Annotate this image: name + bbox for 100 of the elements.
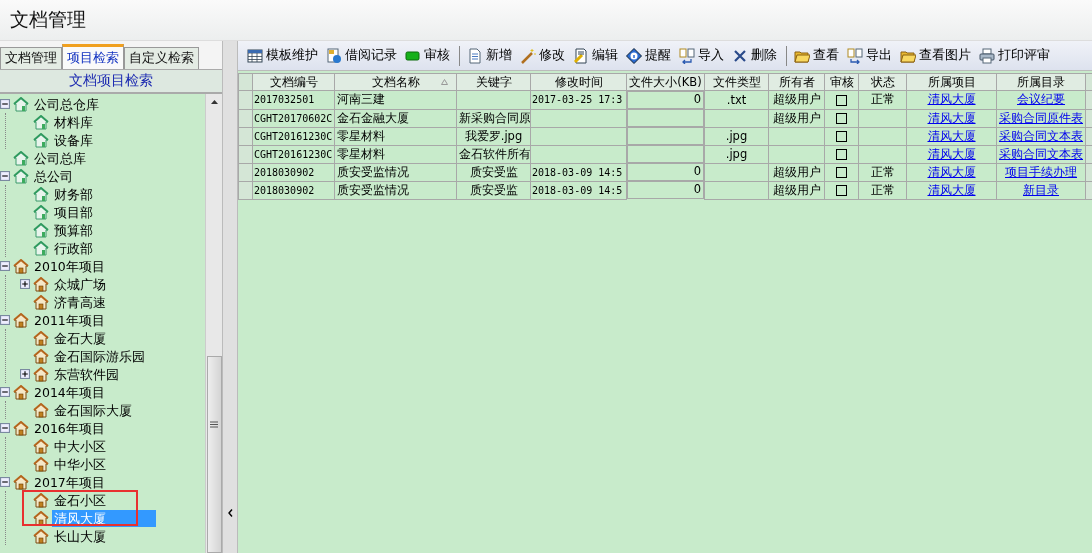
tree-item[interactable]: 材料库 [52,113,95,131]
table-cell: .txt [726,92,747,107]
toolbar-button[interactable]: 模板维护 [244,47,323,64]
table-cell: CGHT20161230C [254,148,333,160]
toolbar-button[interactable]: 导出 [844,47,897,64]
up-arrow-icon[interactable] [210,100,218,104]
sort-icon [441,79,448,85]
table-cell: 2017032501 [254,94,315,106]
checkbox[interactable] [836,185,847,196]
export-icon [847,47,863,64]
table-cell: 正常 [870,182,895,197]
expand-toggle[interactable] [20,369,30,379]
column-header[interactable]: 关键字 [456,73,531,91]
toolbar-button[interactable]: 修改 [517,47,570,64]
toolbar-button[interactable]: 打印评审 [976,47,1055,64]
tree-item[interactable]: 东营软件园 [52,365,121,383]
tree-item[interactable]: 2017年项目 [32,473,107,491]
tree-item[interactable]: 金石国际大厦 [52,401,134,419]
house-icon [13,312,29,328]
collapse-toggle[interactable] [0,261,10,271]
tree-item[interactable]: 项目部 [52,203,95,221]
checkbox[interactable] [836,113,847,124]
tree-item[interactable]: 公司总库 [32,149,88,167]
house-icon [33,204,49,220]
house-icon [33,276,49,292]
toolbar-button[interactable]: 借阅记录 [323,47,402,64]
column-header[interactable]: 审核 [824,73,859,91]
scrollbar[interactable] [205,94,222,553]
toolbar-button[interactable]: 删除 [729,47,782,64]
column-header[interactable]: 修改时间 [530,73,627,91]
tree-item[interactable]: 金石大厦 [52,329,108,347]
expand-toggle[interactable] [20,279,30,289]
collapse-toggle[interactable] [0,171,10,181]
tree-item[interactable]: 2011年项目 [32,311,107,329]
column-header[interactable]: 所属目录 [996,73,1086,91]
table-cell: 正常 [870,92,895,107]
tree-item[interactable]: 长山大厦 [52,527,108,545]
house-icon [33,348,49,364]
tree-item[interactable]: 金石国际游乐园 [52,347,147,365]
chevron-left-icon[interactable] [227,509,233,517]
toolbar-button[interactable]: 查看 [791,47,844,64]
tab[interactable]: 自定义检索 [124,47,199,69]
table-cell: 我爱罗.jpg [464,128,523,143]
tree-item[interactable]: 公司总仓库 [32,95,101,113]
table-cell: 超级用户 [772,164,821,179]
tree-item[interactable]: 2016年项目 [32,419,107,437]
tree-item[interactable]: 财务部 [52,185,95,203]
tree-item[interactable]: 行政部 [52,239,95,257]
checkbox[interactable] [836,131,847,142]
toolbar-button[interactable]: 编辑 [570,47,623,64]
column-header[interactable]: 文档名称 [334,73,457,91]
info-icon [626,47,642,64]
checkbox[interactable] [836,149,847,160]
column-header[interactable]: 状态 [858,73,907,91]
tree-item[interactable]: 中大小区 [52,437,108,455]
table-cell: 质安受监情况 [337,164,409,179]
scroll-thumb[interactable] [206,356,222,553]
checkbox[interactable] [836,94,847,106]
toolbar-button[interactable]: 导入 [676,47,729,64]
toolbar-button[interactable]: 审核 [402,47,455,64]
column-header[interactable]: 所属项目 [906,73,997,91]
house-icon [13,258,29,274]
house-icon [13,168,29,184]
column-header[interactable]: 文件类型 [704,73,769,91]
tree-item[interactable]: 众城广场 [52,275,108,293]
tree-item[interactable]: 金石小区 [52,491,108,509]
house-icon [33,366,49,382]
table-cell: CGHT20161230C [254,130,333,142]
table-cell: 超级用户 [772,182,821,197]
collapse-toggle[interactable] [0,387,10,397]
house-icon [13,474,29,490]
toolbar-button[interactable]: 提醒 [623,47,676,64]
house-icon [13,96,29,112]
collapse-toggle[interactable] [0,315,10,325]
column-header[interactable]: 文档编号 [252,73,335,91]
toolbar-button[interactable]: 查看图片 [897,47,976,64]
tree-item[interactable]: 预算部 [52,221,95,239]
column-header[interactable]: 所有者 [768,73,825,91]
tab[interactable]: 文档管理 [0,47,62,69]
house-icon [33,222,49,238]
tab[interactable]: 项目检索 [62,44,124,69]
column-header[interactable]: 文件大小(KB) [626,73,705,91]
panel-header: 文档项目检索 [0,69,222,94]
collapse-toggle[interactable] [0,423,10,433]
tree-item[interactable]: 设备库 [52,131,95,149]
table-cell: 正常 [870,164,895,179]
collapse-toggle[interactable] [0,477,10,487]
tree-item[interactable]: 2010年项目 [32,257,107,275]
house-icon [33,240,49,256]
toolbar-button[interactable]: 新增 [464,47,517,64]
tree-item[interactable]: 济青高速 [52,293,108,311]
house-icon [13,150,29,166]
checkbox[interactable] [836,167,847,178]
grip-icon [210,421,218,428]
table-cell: 零星材料 [337,128,385,143]
table-cell: 2018-03-09 14:5 [532,184,623,196]
tree-item[interactable]: 中华小区 [52,455,108,473]
tree-item[interactable]: 2014年项目 [32,383,107,401]
tree-item[interactable]: 总公司 [32,167,75,185]
collapse-toggle[interactable] [0,99,10,109]
